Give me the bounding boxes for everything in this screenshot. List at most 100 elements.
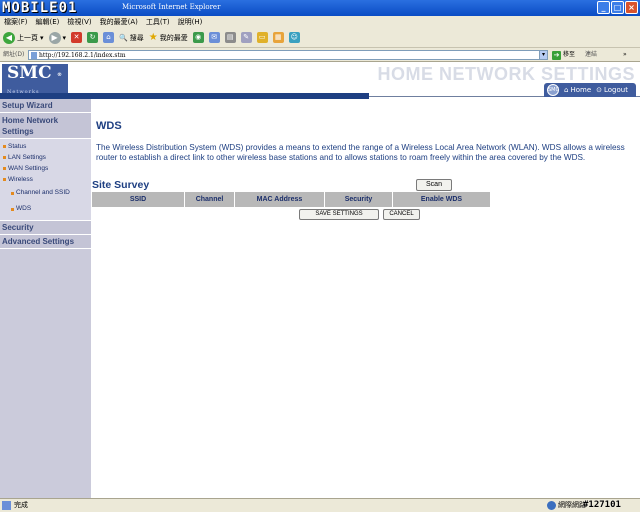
- edit-icon[interactable]: ✎: [240, 32, 252, 43]
- sidebar-item-label: WAN Settings: [8, 165, 49, 172]
- page-title: WDS: [96, 120, 122, 132]
- sidebar-item-label: LAN Settings: [8, 154, 46, 161]
- page-icon: [31, 52, 37, 59]
- minimize-button[interactable]: _: [597, 1, 610, 14]
- forward-icon: ▶: [48, 31, 61, 44]
- stop-icon[interactable]: ✕: [71, 32, 83, 43]
- address-dropdown[interactable]: ▾: [539, 50, 548, 60]
- menu-edit[interactable]: 編輯(E): [36, 16, 60, 28]
- forward-button[interactable]: ▶ ▾: [48, 31, 67, 44]
- favorites-button[interactable]: ★ 我的最愛: [149, 32, 188, 43]
- sidebar-item-label: Wireless: [8, 176, 33, 183]
- col-security: Security: [325, 192, 393, 207]
- top-nav: SMC ⌂ Home ⊙ Logout: [544, 83, 636, 97]
- dropdown-arrow-icon: ▾: [40, 33, 44, 42]
- back-button[interactable]: ◀ 上一頁 ▾: [3, 31, 44, 44]
- window-controls: _ □ ×: [597, 1, 638, 14]
- chevron-right-icon[interactable]: »: [623, 48, 627, 62]
- mail-icon[interactable]: ✉: [208, 32, 220, 43]
- menu-tools[interactable]: 工具(T): [146, 16, 170, 28]
- scan-button[interactable]: Scan: [416, 179, 452, 191]
- back-icon: ◀: [3, 31, 15, 44]
- sidebar-item-security[interactable]: Security: [0, 221, 91, 235]
- sidebar-item-home-network-settings[interactable]: Home Network Settings: [0, 113, 91, 139]
- search-label: 搜尋: [129, 33, 144, 42]
- save-settings-button[interactable]: SAVE SETTINGS: [299, 209, 379, 220]
- window-title: Microsoft Internet Explorer: [122, 3, 221, 11]
- dropdown-arrow-icon: ▾: [62, 33, 67, 42]
- col-enable-wds: Enable WDS: [420, 196, 463, 203]
- site-survey-table-header: SSID Channel MAC Address Security Enable…: [92, 192, 490, 207]
- go-label: 移至: [563, 51, 576, 58]
- internet-zone-icon: [547, 501, 556, 510]
- security-zone: 網際網路: [547, 499, 586, 512]
- smc-logo: SMC ® Networks: [2, 63, 68, 95]
- cancel-button[interactable]: CANCEL: [383, 209, 420, 220]
- go-arrow-icon: ➔: [552, 50, 561, 60]
- sidebar-item-wireless[interactable]: Wireless: [0, 174, 91, 185]
- maximize-button[interactable]: □: [611, 1, 624, 14]
- print-icon[interactable]: ▤: [224, 32, 236, 43]
- close-button[interactable]: ×: [625, 1, 638, 14]
- col-ssid: SSID: [92, 192, 185, 207]
- home-link-label: Home: [570, 86, 592, 94]
- menu-view[interactable]: 檢視(V): [67, 16, 91, 28]
- address-input[interactable]: http://192.168.2.1/index.stm: [28, 50, 548, 60]
- menu-bar: 檔案(F) 編輯(E) 檢視(V) 我的最愛(A) 工具(T) 說明(H): [0, 16, 640, 28]
- search-icon: 🔍: [119, 33, 128, 42]
- status-text: 完成: [14, 501, 28, 509]
- sidebar: Setup Wizard Home Network Settings Statu…: [0, 99, 91, 498]
- links-label[interactable]: 連結: [585, 48, 597, 62]
- menu-favorites[interactable]: 我的最愛(A): [100, 16, 138, 28]
- bullet-icon: [3, 167, 6, 170]
- sidebar-item-lan-settings[interactable]: LAN Settings: [0, 152, 91, 163]
- research-icon[interactable]: ▦: [272, 32, 284, 43]
- sidebar-item-advanced-settings[interactable]: Advanced Settings: [0, 235, 91, 249]
- post-id-watermark: #127101: [583, 500, 621, 510]
- logo-reg: ®: [57, 72, 62, 78]
- logo-text: SMC: [7, 63, 52, 83]
- sidebar-item-label: Channel and SSID: [16, 189, 70, 196]
- header-title: HOME NETWORK SETTINGS: [377, 64, 635, 84]
- router-page: SMC ® Networks HOME NETWORK SETTINGS SMC…: [0, 62, 640, 498]
- media-icon[interactable]: ◉: [192, 32, 204, 43]
- sidebar-subgroup: Status LAN Settings WAN Settings Wireles…: [0, 139, 91, 221]
- sidebar-item-wds[interactable]: WDS: [0, 201, 91, 217]
- zone-label: 網際網路: [558, 501, 586, 509]
- favorites-icon: ★: [148, 32, 158, 43]
- favorites-label: 我的最愛: [159, 33, 188, 42]
- address-bar: 網址(D) http://192.168.2.1/index.stm ▾ ➔ 移…: [0, 48, 640, 62]
- bullet-icon: [11, 191, 14, 195]
- menu-help[interactable]: 說明(H): [178, 16, 203, 28]
- sidebar-item-label: WDS: [16, 205, 32, 212]
- col-channel: Channel: [185, 192, 235, 207]
- status-bar: 完成 網際網路 #127101: [0, 498, 640, 512]
- logout-link-label: Logout: [604, 86, 628, 94]
- action-buttons: SAVE SETTINGS CANCEL: [299, 209, 420, 220]
- logout-icon: ⊙: [596, 86, 602, 94]
- folder-icon[interactable]: ▭: [256, 32, 268, 43]
- messenger-icon[interactable]: ☺: [288, 32, 300, 43]
- home-link[interactable]: ⌂ Home: [564, 86, 591, 94]
- address-url: http://192.168.2.1/index.stm: [39, 52, 126, 59]
- sidebar-item-label: Status: [8, 143, 27, 150]
- menu-file[interactable]: 檔案(F): [4, 16, 28, 28]
- back-label: 上一頁: [17, 33, 38, 42]
- search-button[interactable]: 🔍 搜尋: [119, 33, 144, 43]
- address-label: 網址(D): [3, 51, 25, 58]
- sidebar-item-setup-wizard[interactable]: Setup Wizard: [0, 99, 91, 113]
- col-mac-address: MAC Address: [235, 192, 325, 207]
- logout-link[interactable]: ⊙ Logout: [596, 86, 628, 94]
- go-button[interactable]: ➔ 移至: [552, 48, 575, 62]
- home-icon: ⌂: [564, 86, 569, 94]
- bullet-icon: [11, 207, 14, 211]
- refresh-icon[interactable]: ↻: [87, 32, 99, 43]
- main-content: WDS The Wireless Distribution System (WD…: [91, 99, 640, 498]
- home-icon[interactable]: ⌂: [103, 32, 115, 43]
- sidebar-item-wan-settings[interactable]: WAN Settings: [0, 163, 91, 174]
- bullet-icon: [3, 178, 6, 181]
- globe-icon: SMC: [547, 84, 559, 96]
- sidebar-item-status[interactable]: Status: [0, 141, 91, 152]
- mobile01-watermark: MOBILE01: [2, 0, 78, 16]
- sidebar-item-channel-ssid[interactable]: Channel and SSID: [0, 185, 91, 201]
